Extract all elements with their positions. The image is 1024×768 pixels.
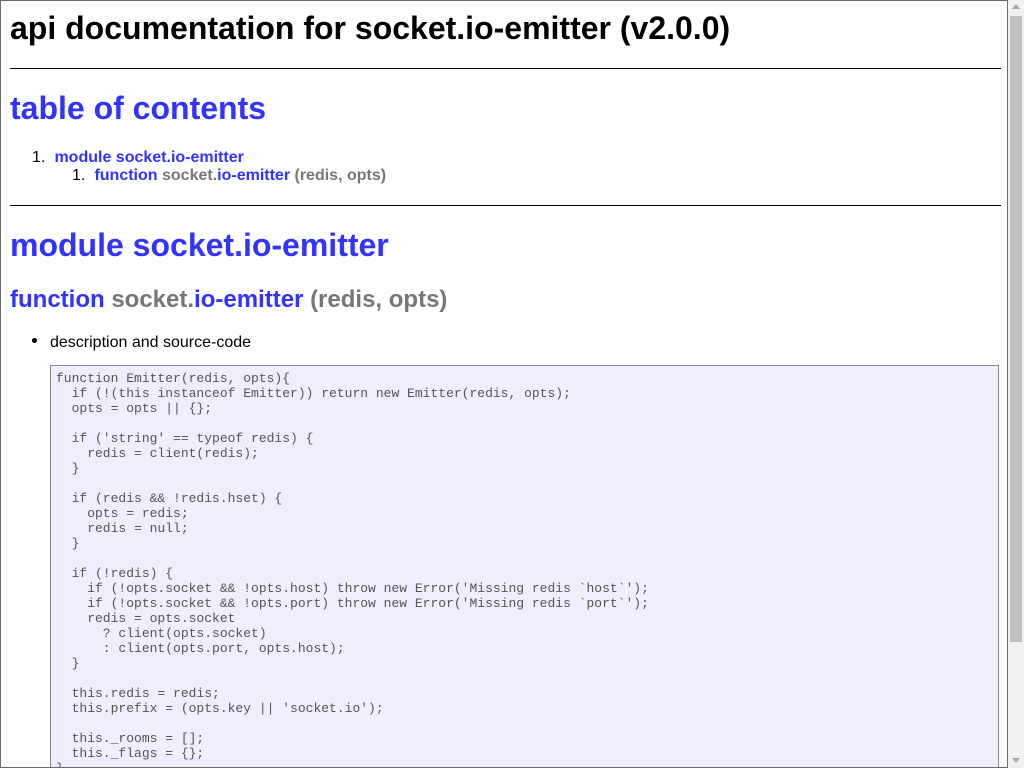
toc-item-number: 1. — [32, 149, 46, 166]
toc-function-args: (redis, opts) — [294, 167, 387, 184]
function-heading-keyword: function — [10, 286, 105, 313]
source-code: function Emitter(redis, opts){ if (!(thi… — [56, 371, 649, 767]
description-list-item: description and source-code — [32, 334, 251, 352]
toc-subitem-number: 1. — [72, 167, 86, 184]
toc-function-prefix: socket. — [162, 167, 218, 184]
toc-function-link[interactable]: function socket.io-emitter (redis, opts) — [94, 167, 386, 184]
toc-heading: table of contents — [10, 90, 267, 126]
toc-function-name: io-emitter — [217, 167, 291, 184]
document-viewport: api documentation for socket.io-emitter … — [0, 0, 1008, 768]
toc-module-name: socket.io-emitter — [115, 149, 244, 166]
toc-function-keyword: function — [94, 167, 158, 184]
module-heading-name: socket.io-emitter — [132, 227, 389, 263]
vertical-scrollbar[interactable] — [1008, 0, 1024, 768]
function-heading-name: io-emitter — [194, 286, 304, 313]
toc-module-keyword: module — [54, 149, 112, 166]
scrollbar-thumb[interactable] — [1010, 16, 1022, 642]
divider — [10, 68, 1001, 69]
scroll-up-arrow-icon[interactable] — [1008, 0, 1024, 14]
toc-item-function: 1. function socket.io-emitter (redis, op… — [72, 167, 386, 185]
divider — [10, 205, 1001, 206]
module-heading-keyword: module — [10, 227, 124, 263]
bullet-icon — [32, 338, 37, 344]
function-heading-args: (redis, opts) — [310, 286, 448, 313]
module-heading[interactable]: module socket.io-emitter — [10, 227, 389, 264]
toc-module-link[interactable]: module socket.io-emitter — [54, 149, 243, 166]
function-heading-prefix: socket. — [111, 286, 195, 313]
function-heading[interactable]: function socket.io-emitter (redis, opts) — [10, 286, 447, 314]
toc-item-module: 1. module socket.io-emitter — [32, 149, 244, 167]
source-code-block: function Emitter(redis, opts){ if (!(thi… — [50, 365, 999, 767]
scroll-down-arrow-icon[interactable] — [1008, 754, 1024, 768]
description-label: description and source-code — [50, 334, 252, 351]
page-title: api documentation for socket.io-emitter … — [10, 10, 731, 46]
